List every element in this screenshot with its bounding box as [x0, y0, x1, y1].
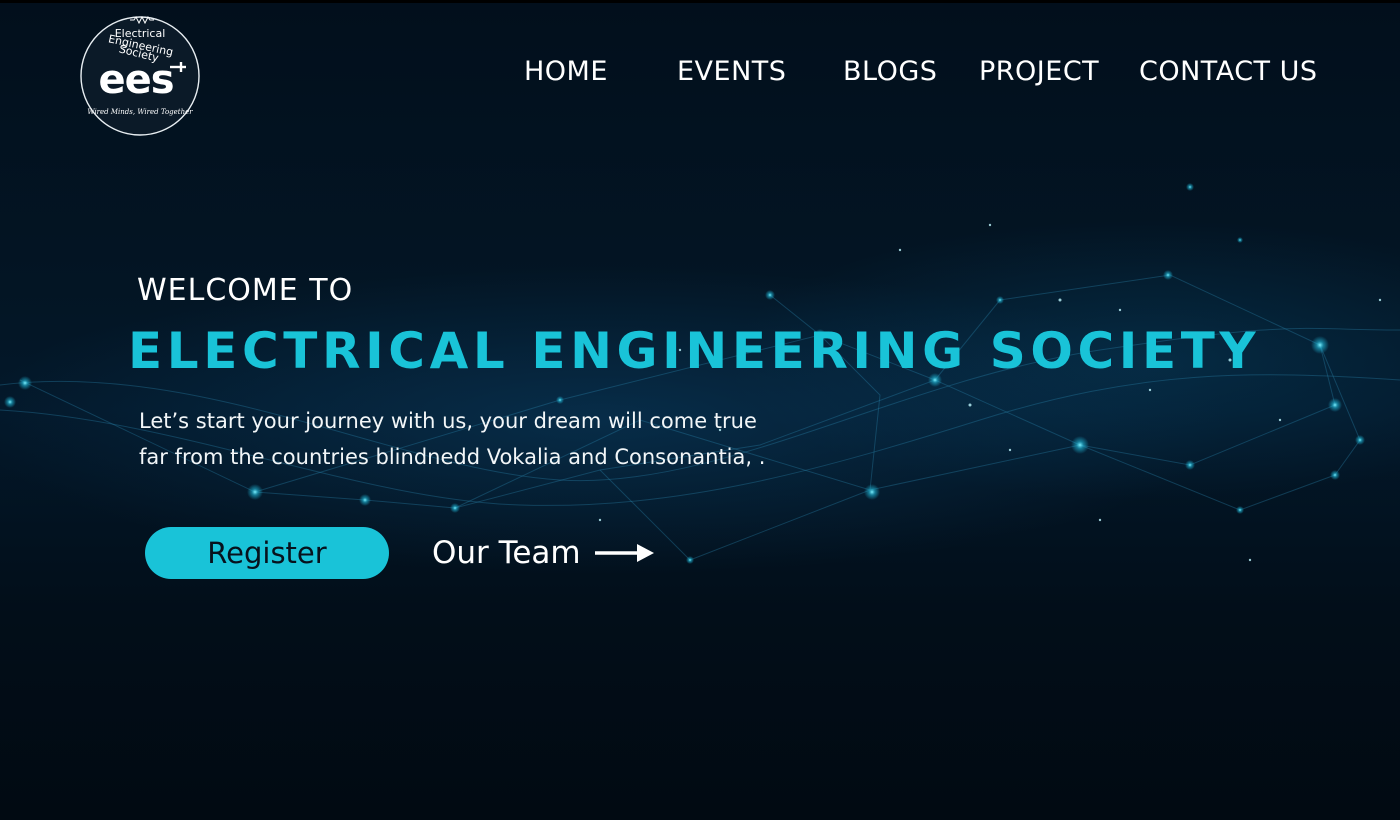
logo-motto: Wired Minds, Wired Together [87, 108, 193, 116]
hero-tagline-line-2: far from the countries blindnedd Vokalia… [139, 445, 766, 469]
arrow-right-icon [594, 544, 654, 562]
nav-project[interactable]: PROJECT [979, 56, 1099, 87]
our-team-link[interactable]: Our Team [432, 530, 655, 576]
our-team-label: Our Team [432, 535, 581, 571]
hero-welcome-text: WELCOME TO [137, 273, 354, 308]
hero-title: ELECTRICAL ENGINEERING SOCIETY [128, 322, 1261, 380]
nav-home[interactable]: HOME [524, 56, 608, 87]
nav-contact-us[interactable]: CONTACT US [1139, 56, 1318, 87]
landing-page: Electrical Engineering Society ees Wired… [0, 0, 1400, 820]
nav-blogs[interactable]: BLOGS [843, 56, 937, 87]
register-button[interactable]: Register [145, 527, 389, 579]
hero-tagline-line-1: Let’s start your journey with us, your d… [139, 409, 757, 433]
main-nav: HOME EVENTS BLOGS PROJECT CONTACT US [0, 56, 1400, 96]
hero-tagline: Let’s start your journey with us, your d… [139, 403, 879, 475]
nav-events[interactable]: EVENTS [677, 56, 786, 87]
